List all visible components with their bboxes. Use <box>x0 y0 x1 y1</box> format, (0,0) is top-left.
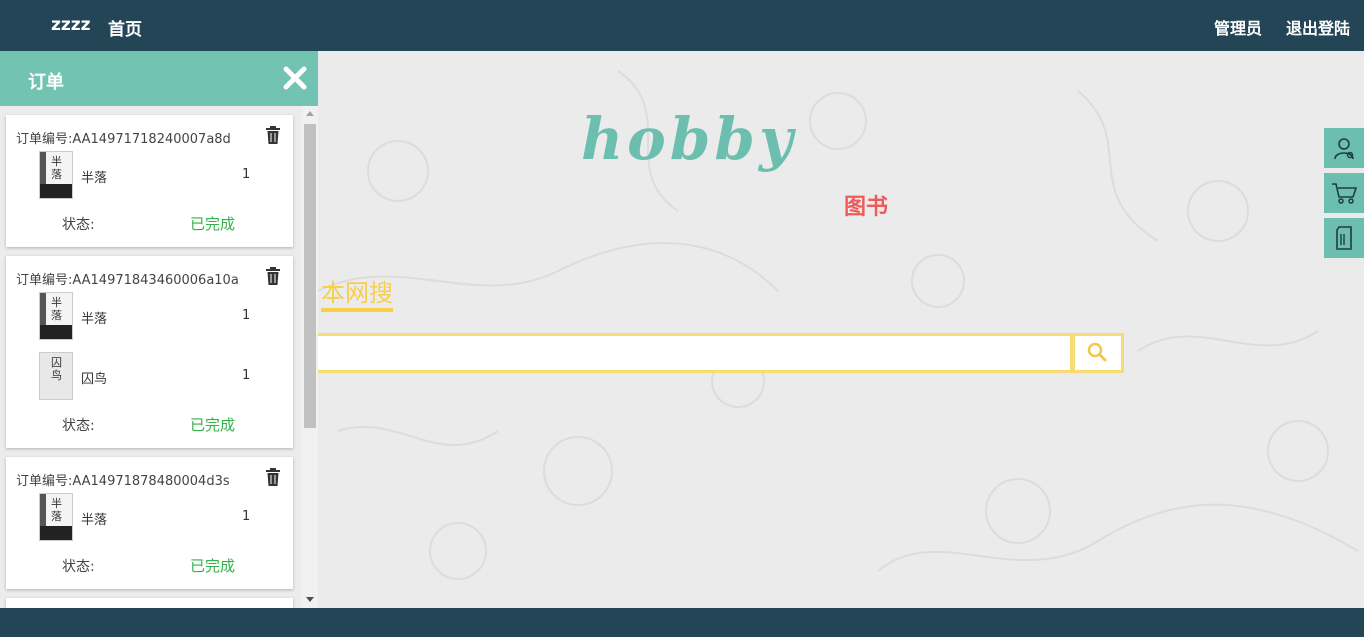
close-icon[interactable] <box>282 65 308 91</box>
cart-icon <box>1332 183 1358 204</box>
item-name[interactable]: 半落 <box>81 167 107 186</box>
nav-logout-link[interactable]: 退出登陆 <box>1286 15 1350 39</box>
background-pattern <box>318 70 1359 580</box>
brand-link[interactable]: zzzz <box>51 15 91 35</box>
trash-icon[interactable] <box>265 468 281 486</box>
order-id: 订单编号:AA14971843460006a10a <box>16 273 239 288</box>
footer-bar <box>0 608 1364 637</box>
book-cover-image: 半落 <box>39 292 73 340</box>
user-settings-button[interactable] <box>1324 128 1364 168</box>
item-quantity: 1 <box>242 509 251 524</box>
order-id: 订单编号:AA14971718240007a8d <box>16 132 231 147</box>
top-nav-bar: zzzz 首页 管理员 退出登陆 <box>0 0 1364 51</box>
order-card <box>6 598 293 608</box>
item-quantity: 1 <box>242 308 251 323</box>
book-cover-image: 囚鸟 <box>39 352 73 400</box>
order-document-icon <box>1336 226 1352 250</box>
order-card: 订单编号:AA14971878480004d3s 半落 半落 1 状态: 已完成 <box>6 457 293 589</box>
order-card: 订单编号:AA14971718240007a8d 半落 半落 1 状态: 已完成 <box>6 115 293 247</box>
search-input[interactable] <box>318 336 1070 370</box>
status-label: 状态: <box>62 559 95 575</box>
search-button[interactable] <box>1072 333 1124 373</box>
status-value: 已完成 <box>190 416 236 434</box>
item-name[interactable]: 半落 <box>81 308 107 327</box>
search-icon <box>1087 342 1107 362</box>
scrollbar-thumb[interactable] <box>304 124 316 428</box>
orders-panel-title: 订单 <box>28 72 64 93</box>
orders-list: 订单编号:AA14971718240007a8d 半落 半落 1 状态: 已完成… <box>0 106 318 608</box>
trash-icon[interactable] <box>265 126 281 144</box>
order-item: 囚鸟 囚鸟 1 <box>39 352 269 402</box>
order-item: 半落 半落 1 <box>39 151 269 201</box>
site-search-tab[interactable]: 本网搜 <box>321 278 393 312</box>
orders-scrollbar[interactable] <box>302 106 318 608</box>
hobby-logo: hobby <box>581 105 797 173</box>
main-content: hobby 图书 本网搜 <box>318 51 1364 608</box>
order-card: 订单编号:AA14971843460006a10a 半落 半落 1 囚鸟 囚鸟 … <box>6 256 293 448</box>
orders-panel: 订单 订单编号:AA14971718240007a8d 半落 半落 1 状态: … <box>0 51 318 608</box>
search-box <box>318 333 1073 373</box>
status-label: 状态: <box>62 418 95 434</box>
book-cover-image: 半落 <box>39 151 73 199</box>
order-item: 半落 半落 1 <box>39 292 269 342</box>
orders-button[interactable] <box>1324 218 1364 258</box>
order-item: 半落 半落 1 <box>39 493 269 543</box>
category-books-label[interactable]: 图书 <box>844 189 888 221</box>
scroll-down-arrow-icon[interactable] <box>306 597 314 602</box>
status-value: 已完成 <box>190 215 236 233</box>
status-label: 状态: <box>62 217 95 233</box>
book-cover-image: 半落 <box>39 493 73 541</box>
item-name[interactable]: 半落 <box>81 509 107 528</box>
orders-panel-header: 订单 <box>0 51 318 106</box>
nav-admin-link[interactable]: 管理员 <box>1214 15 1262 39</box>
item-quantity: 1 <box>242 368 251 383</box>
scroll-up-arrow-icon[interactable] <box>306 111 314 116</box>
cart-button[interactable] <box>1324 173 1364 213</box>
trash-icon[interactable] <box>265 267 281 285</box>
item-name[interactable]: 囚鸟 <box>81 368 107 387</box>
status-value: 已完成 <box>190 557 236 575</box>
nav-home-link[interactable]: 首页 <box>108 15 142 40</box>
item-quantity: 1 <box>242 167 251 182</box>
user-settings-icon <box>1334 138 1354 160</box>
order-id: 订单编号:AA14971878480004d3s <box>16 474 230 489</box>
